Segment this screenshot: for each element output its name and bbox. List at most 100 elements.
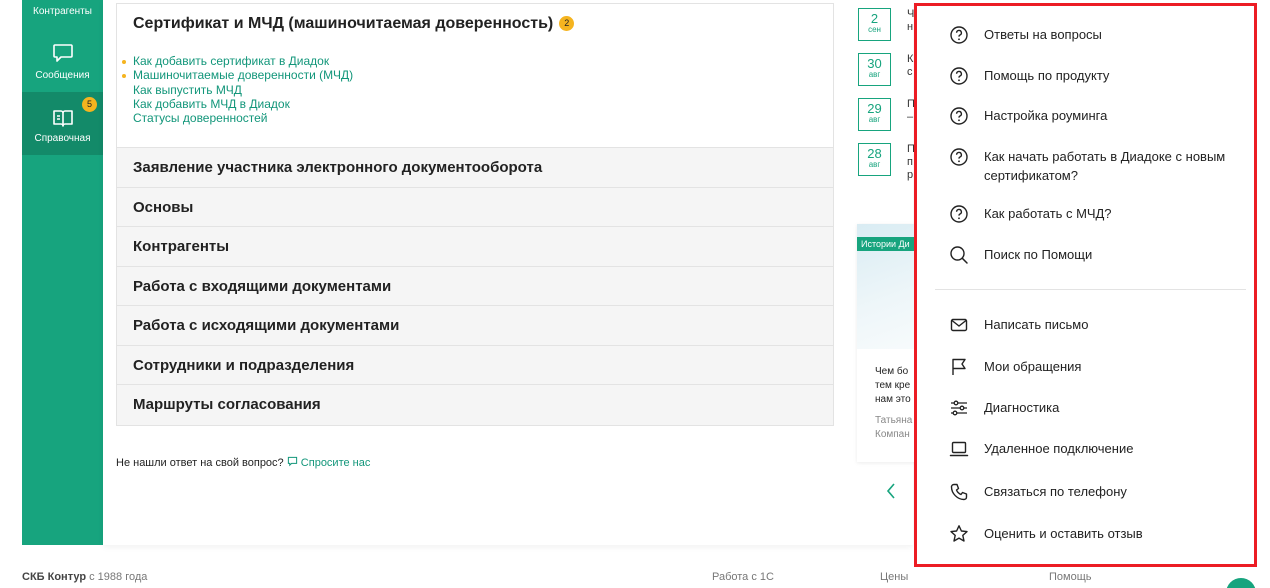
story-title-line: тем кре [875,380,911,391]
notification-badge: 5 [82,97,97,112]
news-date: 2 сен [858,8,891,41]
story-title-line: Чем бо [875,366,909,377]
story-author-line: Компан [875,429,910,440]
carousel-prev-button[interactable] [885,482,897,506]
help-item-faq[interactable]: Ответы на вопросы [949,25,1264,45]
help-item-label: Связаться по телефону [984,484,1127,499]
story-author-line: Татьяна [875,415,913,426]
help-item-product-help[interactable]: Помощь по продукту [949,66,1264,86]
article-link[interactable]: Как добавить МЧД в Диадок [133,97,353,111]
chevron-left-icon [886,483,895,499]
footer-link[interactable]: Работа с 1С [712,571,774,583]
help-item-my-requests[interactable]: Мои обращения [949,357,1264,377]
section-title[interactable]: Сертификат и МЧД (машиночитаемая доверен… [133,15,575,33]
help-item-diagnostics[interactable]: Диагностика [949,398,1264,418]
help-item-label: Как работать с МЧД? [984,206,1112,221]
help-item-label: Удаленное подключение [984,441,1134,456]
accordion-section[interactable]: Работа с исходящими документами [117,306,833,346]
news-day: 2 [870,11,879,26]
help-dropdown-menu: Ответы на вопросы Помощь по продукту Нас… [914,3,1257,567]
help-item-roaming[interactable]: Настройка роуминга [949,106,1264,126]
footer-brand: СКБ Контур с 1988 года [22,571,147,583]
sidebar-item-label: Справочная [34,133,91,144]
news-month: сен [868,25,881,34]
book-icon [52,110,73,127]
help-item-label: Написать письмо [984,317,1089,332]
question-circle-icon [950,67,968,85]
accordion-section[interactable]: Заявление участника электронного докумен… [117,148,833,188]
accordion-section[interactable]: Сотрудники и подразделения [117,345,833,385]
main-content: Сертификат и МЧД (машиночитаемая доверен… [103,0,913,545]
sidebar-item-reference[interactable]: 5 Справочная [22,92,103,155]
news-month: авг [868,70,881,79]
news-day: 30 [867,56,882,71]
article-link[interactable]: Машиночитаемые доверенности (МЧД) [121,68,353,82]
ask-us-label: Спросите нас [300,457,371,469]
question-circle-icon [950,26,968,44]
section-title-text: Сертификат и МЧД (машиночитаемая доверен… [133,15,554,32]
article-link[interactable]: Как выпустить МЧД [133,83,353,97]
star-icon [950,525,968,542]
footer-link[interactable]: Помощь [1049,571,1092,583]
section-count-badge: 2 [559,16,575,31]
story-title-line: нам это [875,394,911,405]
phone-icon [950,483,968,501]
sliders-icon [951,400,967,416]
article-link[interactable]: Как добавить сертификат в Диадок [121,54,353,68]
footer-link[interactable]: Цены [880,571,908,583]
chat-bubble-icon [287,456,297,467]
help-item-label: Поиск по Помощи [984,247,1093,262]
help-item-label: Диагностика [984,400,1060,415]
chat-bubble-icon [52,44,73,62]
help-item-write-letter[interactable]: Написать письмо [949,315,1264,335]
left-sidebar: Контрагенты Сообщения 5 Справочная [22,0,103,545]
help-accordion: Сертификат и МЧД (машиночитаемая доверен… [116,3,834,426]
news-month: авг [868,115,881,124]
help-item-feedback[interactable]: Оценить и оставить отзыв [949,524,1264,544]
story-author: Татьяна Компан [875,414,912,442]
sidebar-item-contractors[interactable]: Контрагенты [22,0,103,30]
help-item-mchd[interactable]: Как работать с МЧД? [949,204,1264,224]
help-item-search[interactable]: Поиск по Помощи [949,245,1264,265]
news-day: 29 [867,101,882,116]
accordion-section-open: Сертификат и МЧД (машиночитаемая доверен… [117,4,833,148]
help-item-label: Мои обращения [984,359,1082,374]
sidebar-item-label: Сообщения [35,70,90,81]
news-date: 29 авг [858,98,891,131]
laptop-icon [949,441,969,457]
question-circle-icon [950,205,968,223]
footer: СКБ Контур с 1988 года Работа с 1С Цены … [0,568,1270,588]
help-item-remote-connection[interactable]: Удаленное подключение [949,439,1264,459]
story-card[interactable]: Истории Ди Чем бо тем кре нам это Татьян… [857,224,917,462]
news-date: 28 авг [858,143,891,176]
help-item-new-certificate[interactable]: Как начать работать в Диадоке с новым се… [949,147,1264,185]
accordion-section[interactable]: Контрагенты [117,227,833,267]
brand-name: СКБ Контур [22,571,87,583]
help-item-phone[interactable]: Связаться по телефону [949,482,1264,502]
menu-divider [935,289,1246,290]
help-item-label: Помощь по продукту [984,68,1110,83]
sidebar-item-label: Контрагенты [33,6,92,17]
brand-since: с 1988 года [86,571,148,583]
question-circle-icon [950,148,968,166]
news-day: 28 [867,146,882,161]
section-links: Как добавить сертификат в Диадок Машиноч… [121,54,353,125]
news-date: 30 авг [858,53,891,86]
story-title: Чем бо тем кре нам это [875,365,911,407]
help-item-label: Как начать работать в Диадоке с новым се… [984,149,1226,183]
not-found-prompt: Не нашли ответ на свой вопрос? Спросите … [116,456,370,469]
accordion-section[interactable]: Работа с входящими документами [117,266,833,306]
search-icon [950,246,968,264]
help-item-label: Оценить и оставить отзыв [984,526,1143,541]
accordion-section[interactable]: Основы [117,187,833,227]
ask-us-link[interactable]: Спросите нас [287,456,371,469]
help-item-label: Настройка роуминга [984,108,1108,123]
flag-icon [952,358,966,375]
accordion-section[interactable]: Маршруты согласования [117,385,833,425]
news-month: авг [868,160,881,169]
help-item-label: Ответы на вопросы [984,27,1102,42]
sidebar-item-messages[interactable]: Сообщения [22,30,103,92]
article-link[interactable]: Статусы доверенностей [133,111,353,125]
envelope-icon [950,318,968,332]
not-found-text: Не нашли ответ на свой вопрос? [116,457,284,469]
